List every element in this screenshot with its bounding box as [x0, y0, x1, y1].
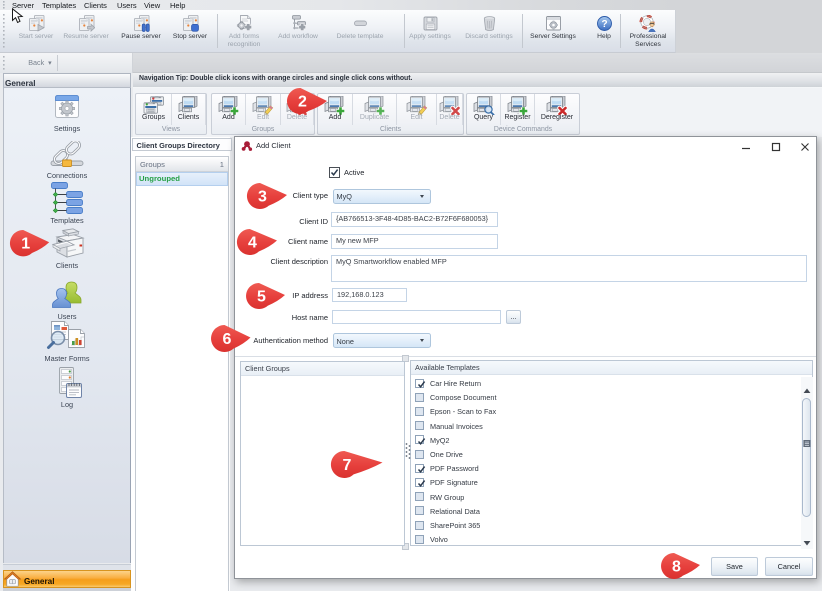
svg-text:4: 4 — [248, 235, 257, 252]
svg-text:7: 7 — [343, 457, 352, 474]
svg-text:8: 8 — [672, 559, 681, 576]
svg-text:?: ? — [601, 19, 607, 30]
svg-text:5: 5 — [257, 289, 266, 306]
svg-text:2: 2 — [298, 94, 307, 111]
svg-text:3: 3 — [258, 189, 267, 206]
svg-text:6: 6 — [223, 331, 232, 348]
svg-text:1: 1 — [21, 236, 30, 253]
